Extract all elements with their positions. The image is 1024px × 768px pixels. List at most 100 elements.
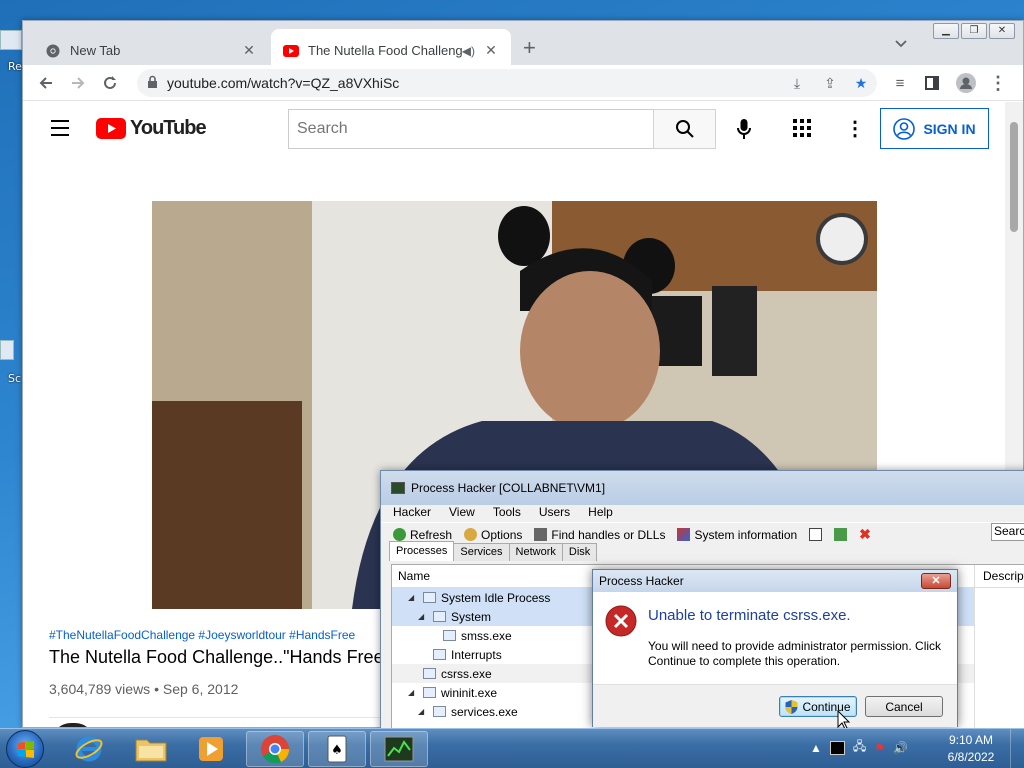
desktop-icon-label: Re	[8, 60, 22, 73]
search-box	[288, 109, 653, 149]
lock-icon[interactable]	[147, 75, 158, 94]
show-desktop-button[interactable]	[1010, 729, 1024, 768]
download-icon[interactable]: ⤓	[787, 73, 807, 93]
process-hacker-icon	[384, 736, 414, 762]
clock-time: 9:10 AM	[948, 733, 994, 747]
menu-help[interactable]: Help	[588, 505, 613, 522]
terminate-button[interactable]: ✖	[859, 526, 871, 543]
refresh-label: Refresh	[410, 527, 453, 542]
find-handles-button[interactable]: Find handles or DLLs	[534, 528, 665, 542]
process-description	[983, 588, 991, 607]
volume-icon[interactable]: 🔊	[893, 741, 908, 755]
options-button[interactable]: Options	[464, 528, 522, 542]
refresh-icon	[393, 528, 406, 541]
desktop-icon-label: Sc	[8, 372, 22, 385]
menu-bar: Hacker View Tools Users Help	[381, 505, 1024, 522]
process-tabs: Processes Services Network Disk	[389, 541, 598, 561]
tab-disk[interactable]: Disk	[561, 543, 598, 561]
sign-in-button[interactable]: SIGN IN	[880, 108, 989, 149]
share-icon[interactable]: ⇪	[820, 73, 840, 93]
go-to-button[interactable]	[834, 528, 848, 541]
taskbar-chrome[interactable]	[246, 731, 304, 767]
mouse-cursor-icon	[837, 710, 851, 730]
browser-toolbar: youtube.com/watch?v=QZ_a8VXhiSc ⤓ ⇪ ★ ≡ …	[23, 65, 1023, 101]
more-options-icon[interactable]: ⋮	[845, 116, 865, 141]
system-information-button[interactable]: System information	[677, 528, 797, 542]
expand-arrow-icon[interactable]: ◢	[408, 593, 418, 602]
search-input[interactable]	[289, 110, 653, 148]
column-header-description[interactable]: Descriptio	[975, 565, 1024, 588]
process-description: NT Kernel	[991, 588, 999, 607]
youtube-logo[interactable]: YouTube	[96, 117, 207, 140]
description-rows: NT KernelWindowsInterruptsClient SerWind…	[975, 588, 1024, 607]
process-name: System Idle Process	[441, 590, 551, 605]
refresh-button[interactable]: Refresh	[393, 528, 452, 542]
dialog-close-button[interactable]: ✕	[921, 573, 951, 589]
microphone-icon[interactable]	[732, 117, 756, 141]
close-tab-icon[interactable]: ✕	[483, 42, 499, 59]
bookmark-star-icon[interactable]: ★	[851, 73, 871, 93]
dialog-title: Process Hacker	[599, 574, 684, 588]
reload-icon[interactable]	[99, 72, 121, 94]
desktop-icon[interactable]	[0, 340, 14, 360]
media-player-icon	[199, 737, 223, 761]
clock[interactable]: 9:10 AM 6/8/2022	[938, 732, 1004, 766]
dialog-main-instruction: Unable to terminate csrss.exe.	[648, 607, 851, 624]
process-search-input[interactable]: Search	[991, 523, 1024, 541]
apps-grid-icon[interactable]	[793, 119, 811, 142]
find-handles-label: Find handles or DLLs	[551, 527, 666, 542]
expand-arrow-icon[interactable]: ◢	[418, 707, 428, 716]
minimize-button[interactable]: ▁	[933, 23, 959, 39]
maximize-button[interactable]: ❐	[961, 23, 987, 39]
tab-network[interactable]: Network	[508, 543, 563, 561]
menu-view[interactable]: View	[449, 505, 475, 522]
address-bar[interactable]: youtube.com/watch?v=QZ_a8VXhiSc ⤓ ⇪ ★	[137, 69, 877, 97]
profile-icon[interactable]	[955, 72, 977, 94]
tab-processes[interactable]: Processes	[389, 541, 455, 561]
menu-hacker[interactable]: Hacker	[393, 505, 431, 522]
cancel-button[interactable]: Cancel	[865, 696, 943, 717]
red-x-icon: ✖	[859, 526, 871, 542]
window-controls: ▁ ❐ ✕	[933, 23, 1015, 39]
speaker-icon[interactable]: ◀)	[462, 44, 475, 58]
back-icon[interactable]	[35, 72, 57, 94]
process-name: Interrupts	[451, 647, 502, 662]
network-icon[interactable]: 🖧	[853, 737, 866, 758]
hamburger-menu-icon[interactable]	[51, 120, 69, 141]
tab-services[interactable]: Services	[453, 543, 510, 561]
menu-users[interactable]: Users	[539, 505, 570, 522]
media-control-icon[interactable]: ≡	[889, 72, 911, 94]
window-title: Process Hacker [COLLABNET\VM1]	[411, 481, 606, 495]
action-center-flag-icon[interactable]: ⚑	[874, 741, 885, 755]
taskbar-explorer[interactable]	[122, 731, 180, 767]
taskbar-solitaire[interactable]: ♠	[308, 731, 366, 767]
forward-icon[interactable]	[67, 72, 89, 94]
video-hashtags[interactable]: #TheNutellaFoodChallenge #Joeysworldtour…	[49, 628, 355, 642]
expand-arrow-icon[interactable]: ◢	[418, 612, 428, 621]
tray-app-icon[interactable]	[829, 740, 845, 755]
tray-expand-icon[interactable]: ▲	[810, 741, 822, 755]
window-icon-button[interactable]	[809, 528, 823, 541]
side-panel-icon[interactable]	[921, 72, 943, 94]
window-titlebar[interactable]: Process Hacker [COLLABNET\VM1]	[381, 471, 1024, 505]
chevron-down-icon[interactable]	[895, 37, 907, 51]
scrollbar-thumb[interactable]	[1010, 122, 1018, 232]
search-icon	[675, 120, 694, 138]
expand-arrow-icon[interactable]: ◢	[408, 688, 418, 697]
sign-in-label: SIGN IN	[923, 120, 976, 137]
menu-kebab-icon[interactable]: ⋮	[987, 72, 1009, 94]
desktop-icon[interactable]	[0, 30, 22, 50]
process-name: System	[451, 609, 492, 624]
search-button[interactable]	[653, 109, 716, 149]
new-tab-icon[interactable]: +	[523, 35, 536, 61]
taskbar-internet-explorer[interactable]	[60, 731, 118, 767]
close-window-button[interactable]: ✕	[989, 23, 1015, 39]
close-tab-icon[interactable]: ✕	[241, 42, 257, 59]
taskbar-media-player[interactable]	[182, 731, 240, 767]
chrome-icon	[45, 43, 61, 59]
youtube-logo-icon	[96, 118, 126, 139]
start-button[interactable]	[6, 730, 44, 768]
menu-tools[interactable]: Tools	[493, 505, 521, 522]
dialog-titlebar[interactable]: Process Hacker	[593, 570, 957, 592]
taskbar-process-hacker[interactable]	[370, 731, 428, 767]
